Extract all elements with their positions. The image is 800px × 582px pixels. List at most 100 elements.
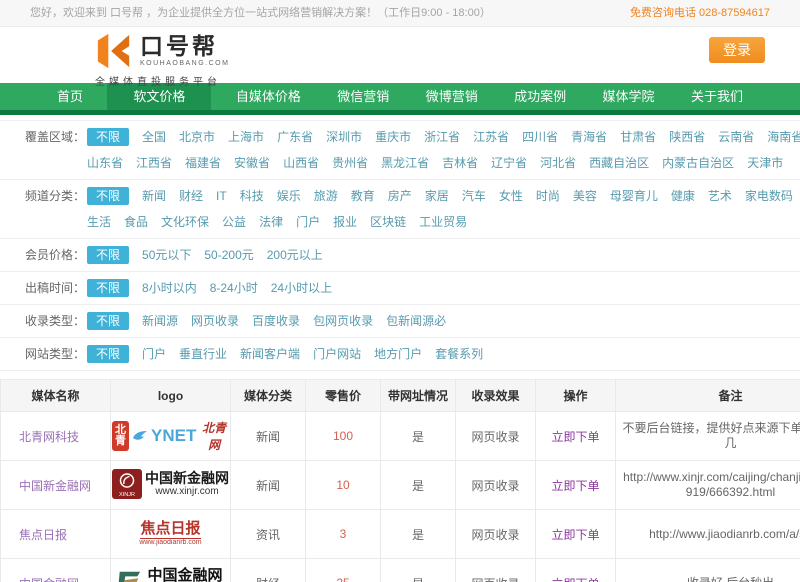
filter-option[interactable]: 广东省 [277,130,313,144]
order-now-link[interactable]: 立即下单 [551,528,599,542]
filter-option[interactable]: 全国 [142,130,166,144]
filter-option[interactable]: 海南省 [767,130,800,144]
filter-option[interactable]: 不限 [87,187,129,205]
filter-option[interactable]: 区块链 [370,215,406,229]
filter-option[interactable]: 百度收录 [252,314,300,328]
filter-option[interactable]: 健康 [671,189,695,203]
filter-option[interactable]: 门户 [142,347,166,361]
filter-option[interactable]: 包新闻源必 [386,314,446,328]
filter-option[interactable]: 门户网站 [313,347,361,361]
filter-option[interactable]: 工业贸易 [419,215,467,229]
media-name-link[interactable]: 北青网科技 [19,430,79,444]
filter-option[interactable]: 娱乐 [277,189,301,203]
filter-option[interactable]: 不限 [87,345,129,363]
filter-option[interactable]: 母婴育儿 [610,189,658,203]
filter-option[interactable]: 青海省 [571,130,607,144]
filter-option[interactable]: 教育 [351,189,375,203]
filter-option[interactable]: 浙江省 [424,130,460,144]
table-row: 中国新金融网XINJR中国新金融网www.xinjr.com新闻10是网页收录立… [1,461,800,510]
filter-option[interactable]: 200元以上 [267,248,323,262]
site-logo[interactable]: 口号帮 KOUHAOBANG.COM 全媒体直投服务平台 [95,32,325,88]
filter-option[interactable]: 西藏自治区 [589,156,649,170]
order-now-link[interactable]: 立即下单 [551,479,599,493]
nav-item[interactable]: 微博营销 [414,83,490,110]
nav-item[interactable]: 媒体学院 [591,83,667,110]
media-price: 3 [306,510,381,559]
filter-option[interactable]: 女性 [499,189,523,203]
filter-option[interactable]: 新闻 [142,189,166,203]
filter-option[interactable]: 山西省 [283,156,319,170]
filter-option[interactable]: 8小时以内 [142,281,197,295]
filter-option[interactable]: 新闻客户端 [240,347,300,361]
filter-option[interactable]: 24小时以上 [271,281,332,295]
filter-option[interactable]: 美容 [573,189,597,203]
filter-option[interactable]: 新闻源 [142,314,178,328]
filter-option[interactable]: 家居 [425,189,449,203]
filter-option[interactable]: 艺术 [708,189,732,203]
filter-option[interactable]: 法律 [259,215,283,229]
filter-option[interactable]: 不限 [87,246,129,264]
filter-option[interactable]: 包网页收录 [313,314,373,328]
filter-option[interactable]: 山东省 [87,156,123,170]
filter-option[interactable]: 深圳市 [326,130,362,144]
order-now-link[interactable]: 立即下单 [551,577,599,582]
filter-option[interactable]: 重庆市 [375,130,411,144]
filter-option[interactable]: 家电数码 [745,189,793,203]
filter-option[interactable]: 生活 [87,215,111,229]
media-logo-cell: XINJR中国新金融网www.xinjr.com [111,461,231,510]
filter-option[interactable]: 北京市 [179,130,215,144]
nav-item[interactable]: 微信营销 [325,83,401,110]
filter-option[interactable]: 辽宁省 [491,156,527,170]
filter-option[interactable]: 财经 [179,189,203,203]
filter-option[interactable]: 江苏省 [473,130,509,144]
filter-option[interactable]: 贵州省 [332,156,368,170]
order-now-link[interactable]: 立即下单 [551,430,599,444]
filter-option[interactable]: 食品 [124,215,148,229]
filter-option[interactable]: 套餐系列 [435,347,483,361]
filter-options: 不限 8小时以内 8-24小时 24小时以上 [87,275,800,301]
filter-option[interactable]: 8-24小时 [210,281,258,295]
media-name-link[interactable]: 焦点日报 [19,528,67,542]
filter-option[interactable]: 报业 [333,215,357,229]
filter-option[interactable]: 50-200元 [204,248,253,262]
filter-option[interactable]: 时尚 [536,189,560,203]
filter-label: 出稿时间： [25,275,87,301]
nav-item[interactable]: 成功案例 [502,83,578,110]
filter-option[interactable]: 不限 [87,128,129,146]
filter-option[interactable]: 房产 [388,189,412,203]
filter-option[interactable]: 内蒙古自治区 [662,156,734,170]
filter-option[interactable]: 甘肃省 [620,130,656,144]
filter-option[interactable]: 上海市 [228,130,264,144]
filter-option[interactable]: 旅游 [314,189,338,203]
nav-item[interactable]: 首页 [45,83,95,110]
media-name-link[interactable]: 中国金融网 [19,577,79,582]
filter-option[interactable]: 天津市 [747,156,783,170]
filter-option[interactable]: 地方门户 [374,347,422,361]
filter-option[interactable]: 云南省 [718,130,754,144]
filter-option[interactable]: 50元以下 [142,248,191,262]
filter-option[interactable]: 四川省 [522,130,558,144]
filter-option[interactable]: IT [216,189,227,203]
filter-option[interactable]: 吉林省 [442,156,478,170]
filter-option[interactable]: 科技 [240,189,264,203]
filter-option[interactable]: 公益 [222,215,246,229]
login-button[interactable]: 登录 [709,37,765,63]
filter-option[interactable]: 河北省 [540,156,576,170]
jiaodian-wordmark: 焦点日报www.jiaodianrb.com [139,521,201,547]
filter-option[interactable]: 文化环保 [161,215,209,229]
filter-option[interactable]: 门户 [296,215,320,229]
nav-item[interactable]: 关于我们 [679,83,755,110]
filter-option[interactable]: 江西省 [136,156,172,170]
filter-option[interactable]: 福建省 [185,156,221,170]
site-header: 口号帮 KOUHAOBANG.COM 全媒体直投服务平台 登录 [0,27,800,83]
filter-option[interactable]: 不限 [87,279,129,297]
filter-option[interactable]: 安徽省 [234,156,270,170]
filter-option[interactable]: 汽车 [462,189,486,203]
filter-option[interactable]: 黑龙江省 [381,156,429,170]
url-status: 是 [381,412,456,461]
filter-option[interactable]: 不限 [87,312,129,330]
filter-option[interactable]: 网页收录 [191,314,239,328]
filter-option[interactable]: 陕西省 [669,130,705,144]
filter-option[interactable]: 垂直行业 [179,347,227,361]
media-name-link[interactable]: 中国新金融网 [19,479,91,493]
